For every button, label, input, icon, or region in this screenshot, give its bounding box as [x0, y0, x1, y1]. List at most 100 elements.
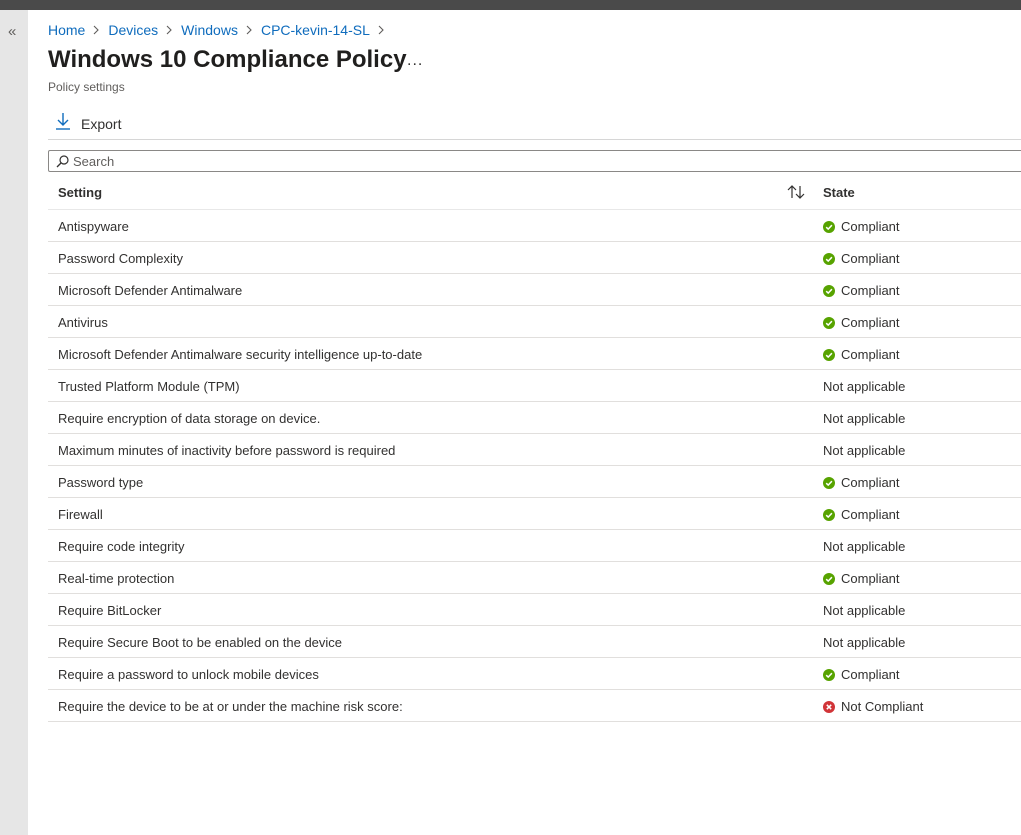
setting-name: Require code integrity	[58, 539, 185, 554]
state-cell: Not applicable	[823, 539, 905, 554]
search-box[interactable]	[48, 150, 1021, 172]
state-cell: Compliant	[823, 475, 900, 490]
state-cell: Compliant	[823, 571, 900, 586]
state-label: Not applicable	[823, 539, 906, 554]
table-row[interactable]: Require Secure Boot to be enabled on the…	[48, 626, 1021, 658]
setting-name: Require a password to unlock mobile devi…	[58, 667, 319, 682]
check-circle-icon	[823, 572, 835, 585]
state-cell: Compliant	[823, 507, 900, 522]
export-label: Export	[81, 115, 122, 132]
breadcrumb: Home Devices Windows CPC-kevin-14-SL	[48, 22, 393, 38]
table-row[interactable]: Antispyware Compliant	[48, 210, 1021, 242]
check-circle-icon	[823, 476, 835, 489]
state-label: Not Compliant	[841, 699, 924, 714]
table-row[interactable]: Require code integrity Not applicable	[48, 530, 1021, 562]
check-circle-icon	[823, 252, 835, 265]
setting-name: Require Secure Boot to be enabled on the…	[58, 635, 343, 650]
state-label: Compliant	[841, 283, 900, 298]
state-label: Compliant	[841, 251, 900, 266]
setting-name: Real-time protection	[58, 571, 175, 586]
search-icon	[56, 154, 69, 168]
chevron-right-icon	[378, 25, 385, 35]
table-row[interactable]: Password type Compliant	[48, 466, 1021, 498]
state-label: Compliant	[841, 571, 900, 586]
settings-table: Setting State Antispyware Compliant Passwo…	[48, 176, 1021, 722]
setting-name: Password Complexity	[58, 251, 183, 266]
setting-name: Microsoft Defender Antimalware security …	[58, 347, 423, 362]
setting-name: Antispyware	[58, 219, 129, 234]
check-circle-icon	[823, 668, 835, 681]
state-cell: Not applicable	[823, 603, 905, 618]
double-chevron-left-icon[interactable]: «	[8, 24, 16, 39]
state-cell: Not Compliant	[823, 699, 923, 714]
table-row[interactable]: Require encryption of data storage on de…	[48, 402, 1021, 434]
column-header-state[interactable]: State	[823, 185, 855, 200]
setting-name: Require BitLocker	[58, 603, 162, 618]
state-label: Not applicable	[823, 379, 906, 394]
table-body: Antispyware Compliant Password Complexity C…	[48, 210, 1021, 722]
table-header: Setting State	[48, 176, 1021, 210]
download-icon	[55, 112, 71, 135]
table-row[interactable]: Firewall Compliant	[48, 498, 1021, 530]
column-header-setting[interactable]: Setting	[58, 185, 102, 200]
page-title: Windows 10 Compliance Policy	[48, 46, 407, 73]
chevron-right-icon	[93, 25, 100, 35]
check-circle-icon	[823, 316, 835, 329]
state-cell: Not applicable	[823, 411, 905, 426]
chevron-right-icon	[166, 25, 173, 35]
table-row[interactable]: Real-time protection Compliant	[48, 562, 1021, 594]
setting-name: Require encryption of data storage on de…	[58, 411, 321, 426]
check-circle-icon	[823, 508, 835, 521]
state-cell: Compliant	[823, 667, 900, 682]
state-cell: Not applicable	[823, 443, 905, 458]
state-label: Not applicable	[823, 635, 906, 650]
state-cell: Not applicable	[823, 379, 905, 394]
table-row[interactable]: Require a password to unlock mobile devi…	[48, 658, 1021, 690]
table-row[interactable]: Require the device to be at or under the…	[48, 690, 1021, 722]
state-label: Compliant	[841, 219, 900, 234]
check-circle-icon	[823, 220, 835, 233]
state-label: Compliant	[841, 667, 900, 682]
setting-name: Antivirus	[58, 315, 108, 330]
check-circle-icon	[823, 284, 835, 297]
state-label: Not applicable	[823, 443, 906, 458]
chevron-right-icon	[246, 25, 253, 35]
setting-name: Trusted Platform Module (TPM)	[58, 379, 240, 394]
table-row[interactable]: Password Complexity Compliant	[48, 242, 1021, 274]
export-button[interactable]: Export	[55, 112, 121, 135]
state-label: Compliant	[841, 315, 900, 330]
table-row[interactable]: Antivirus Compliant	[48, 306, 1021, 338]
check-circle-icon	[823, 348, 835, 361]
state-cell: Compliant	[823, 251, 900, 266]
state-cell: Compliant	[823, 315, 900, 330]
table-row[interactable]: Trusted Platform Module (TPM) Not applica…	[48, 370, 1021, 402]
top-bar	[0, 0, 1021, 10]
setting-name: Password type	[58, 475, 144, 490]
more-options-button[interactable]: ...	[407, 52, 423, 70]
breadcrumb-item[interactable]: CPC-kevin-14-SL	[261, 22, 370, 38]
page-subtitle: Policy settings	[48, 80, 125, 94]
table-row[interactable]: Microsoft Defender Antimalware security …	[48, 338, 1021, 370]
search-input[interactable]	[73, 153, 973, 169]
state-label: Not applicable	[823, 603, 906, 618]
state-cell: Not applicable	[823, 635, 905, 650]
setting-name: Maximum minutes of inactivity before pas…	[58, 443, 396, 458]
state-label: Not applicable	[823, 411, 906, 426]
left-rail: «	[0, 10, 28, 835]
state-label: Compliant	[841, 475, 900, 490]
table-row[interactable]: Microsoft Defender Antimalware Compliant	[48, 274, 1021, 306]
state-label: Compliant	[841, 507, 900, 522]
error-circle-icon	[823, 700, 835, 713]
table-row[interactable]: Maximum minutes of inactivity before pas…	[48, 434, 1021, 466]
toolbar-divider	[48, 139, 1021, 140]
breadcrumb-item[interactable]: Home	[48, 22, 85, 38]
state-label: Compliant	[841, 347, 900, 362]
setting-name: Microsoft Defender Antimalware	[58, 283, 243, 298]
state-cell: Compliant	[823, 283, 900, 298]
sort-icon[interactable]	[787, 185, 805, 204]
table-row[interactable]: Require BitLocker Not applicable	[48, 594, 1021, 626]
breadcrumb-item[interactable]: Windows	[181, 22, 238, 38]
breadcrumb-item[interactable]: Devices	[108, 22, 158, 38]
setting-name: Firewall	[58, 507, 103, 522]
setting-name: Require the device to be at or under the…	[58, 699, 403, 714]
